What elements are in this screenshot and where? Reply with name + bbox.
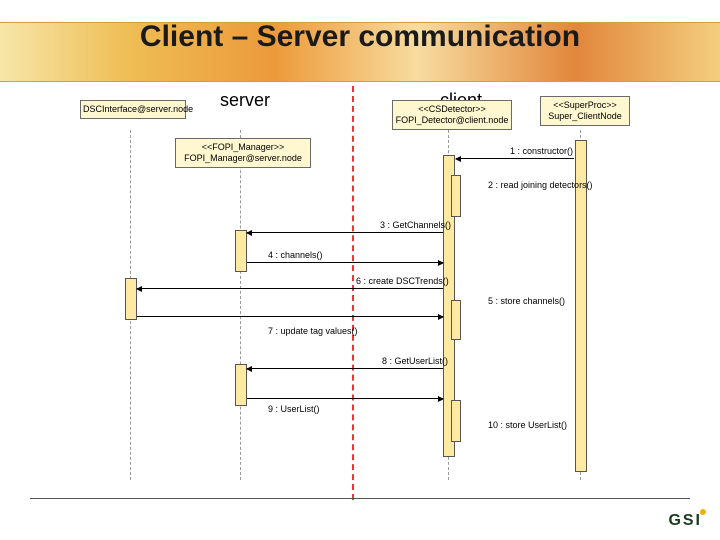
object-super-stereotype: <<SuperProc>> (543, 100, 627, 111)
msg-m9: 9 : UserList() (268, 404, 320, 414)
msg-m7: 7 : update tag values() (268, 326, 358, 336)
activation-dsc (125, 278, 137, 320)
arrow-m1 (456, 158, 574, 159)
object-dsc-label: DSCInterface@server.node (83, 104, 193, 114)
server-client-separator (352, 86, 354, 500)
lifeline-manager (240, 130, 241, 480)
activation-detector-nested-3 (451, 400, 461, 442)
arrow-m7 (137, 316, 443, 317)
object-detector-stereotype: <<CSDetector>> (395, 104, 509, 115)
msg-m1: 1 : constructor() (510, 146, 573, 156)
msg-m8: 8 : GetUserList() (382, 356, 448, 366)
object-manager: <<FOPI_Manager>> FOPI_Manager@server.nod… (175, 138, 311, 168)
activation-detector-nested-2 (451, 300, 461, 340)
arrow-m9 (247, 398, 443, 399)
object-super: <<SuperProc>> Super_ClientNode (540, 96, 630, 126)
msg-m6: 6 : create DSCTrends() (356, 276, 449, 286)
activation-detector-nested-1 (451, 175, 461, 217)
msg-m2: 2 : read joining detectors() (488, 180, 593, 190)
logo-dot-icon (700, 509, 706, 515)
gsi-logo: GSI (668, 512, 704, 530)
msg-m3: 3 : GetChannels() (380, 220, 451, 230)
object-detector: <<CSDetector>> FOPI_Detector@client.node (392, 100, 512, 130)
msg-m10: 10 : store UserList() (488, 420, 567, 430)
msg-m5: 5 : store channels() (488, 296, 565, 306)
footer-divider (30, 498, 690, 499)
slide-title: Client – Server communication (0, 20, 720, 54)
object-dsc: DSCInterface@server.node (80, 100, 186, 119)
activation-manager-1 (235, 230, 247, 272)
object-manager-label: FOPI_Manager@server.node (178, 153, 308, 164)
arrow-m6 (137, 288, 443, 289)
object-manager-stereotype: <<FOPI_Manager>> (178, 142, 308, 153)
server-label: server (220, 90, 270, 111)
gsi-logo-text: GSI (668, 512, 702, 529)
arrow-m8 (247, 368, 443, 369)
arrow-m4 (247, 262, 443, 263)
msg-m4: 4 : channels() (268, 250, 323, 260)
arrow-m3 (247, 232, 443, 233)
object-detector-label: FOPI_Detector@client.node (395, 115, 509, 126)
object-super-label: Super_ClientNode (543, 111, 627, 122)
